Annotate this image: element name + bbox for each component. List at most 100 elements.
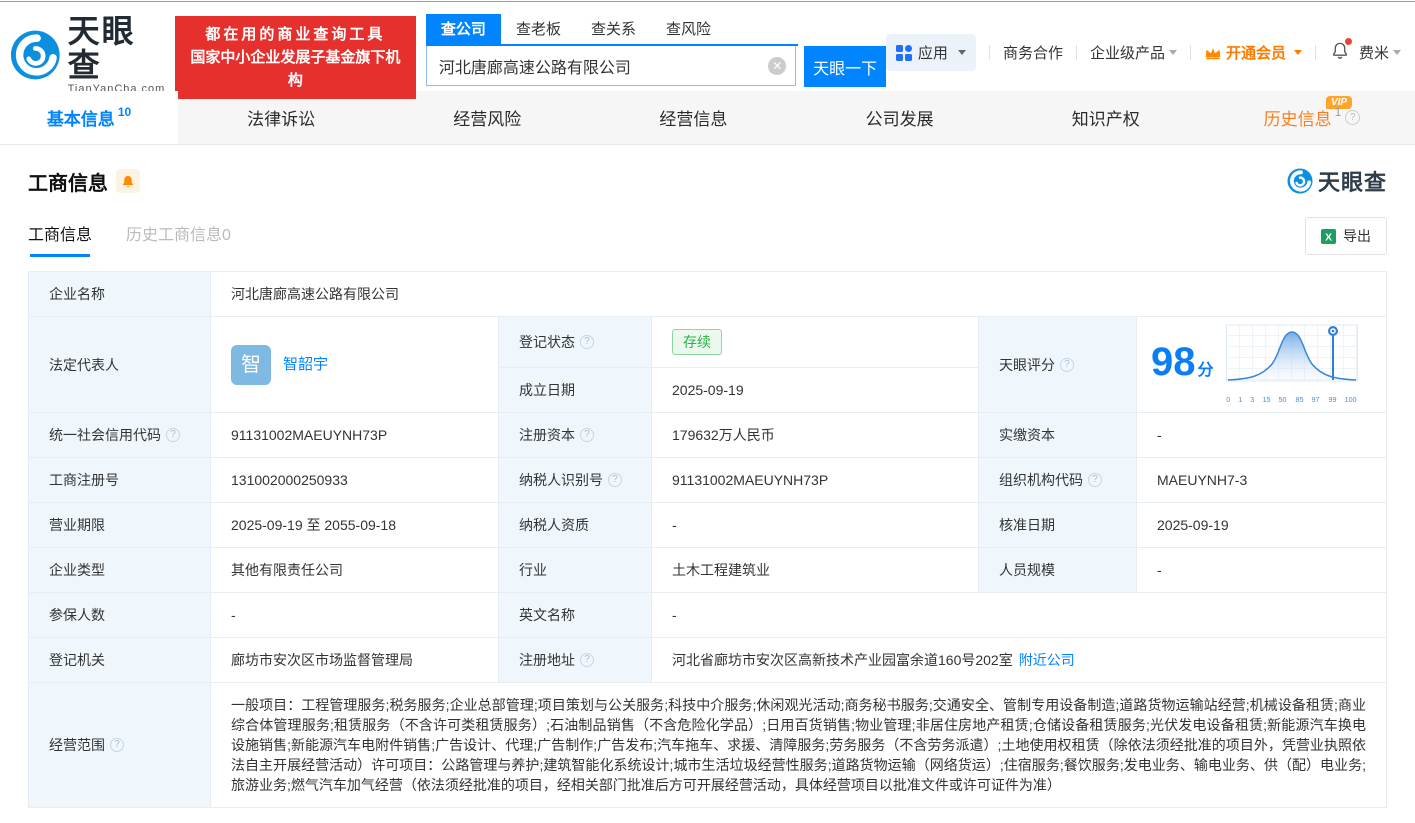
search-tabs: 查公司 查老板 查关系 查风险 [426, 14, 798, 46]
field-value-legal-rep: 智 智韶宇 [211, 317, 499, 413]
field-value-english-name: - [652, 593, 1387, 638]
caret-down-icon [1294, 50, 1302, 55]
score-distribution-chart: 0131550859799100 [1226, 324, 1358, 410]
tab-history-info[interactable]: VIP 历史信息 1 ? [1209, 91, 1415, 144]
field-value-industry: 土木工程建筑业 [652, 548, 979, 593]
tab-operating-info[interactable]: 经营信息 [590, 91, 796, 144]
field-value-business-scope: 一般项目：工程管理服务;税务服务;企业总部管理;项目策划与公关服务;科技中介服务… [211, 683, 1387, 808]
field-label-insured: 参保人数 [29, 593, 211, 638]
field-value-taxpayer-qual: - [652, 503, 979, 548]
field-label-reg-authority: 登记机关 [29, 638, 211, 683]
field-value-reg-authority: 廊坊市安次区市场监督管理局 [211, 638, 499, 683]
caret-down-icon [1169, 50, 1177, 55]
help-icon[interactable]: ? [1060, 358, 1074, 372]
field-label-legal-rep: 法定代表人 [29, 317, 211, 413]
divider [989, 45, 990, 60]
help-icon[interactable]: ? [580, 428, 594, 442]
field-value-establish-date: 2025-09-19 [652, 368, 979, 413]
field-value-taxpayer-id: 91131002MAEUYNH73P [652, 458, 979, 503]
search-button[interactable]: 天眼一下 [804, 46, 886, 87]
table-row: 营业期限 2025-09-19 至 2055-09-18 纳税人资质 - 核准日… [29, 503, 1387, 548]
apps-grid-icon [896, 45, 912, 61]
legal-rep-avatar[interactable]: 智 [231, 345, 271, 385]
svg-text:X: X [1325, 232, 1332, 243]
crown-icon [1204, 46, 1222, 60]
table-row: 法定代表人 智 智韶宇 登记状态? 存续 天眼评分? 98分 [29, 317, 1387, 368]
field-value-score: 98分 [1137, 317, 1387, 413]
export-button[interactable]: X 导出 [1305, 217, 1387, 255]
help-icon[interactable]: ? [1345, 110, 1360, 125]
header-menu: 应用 商务合作 企业级产品 开通会员 费米 [886, 34, 1401, 71]
field-value-insured: - [211, 593, 499, 638]
table-row: 企业类型 其他有限责任公司 行业 土木工程建筑业 人员规模 - [29, 548, 1387, 593]
tianyancha-logo[interactable]: 天眼查 TianYanCha.com [10, 14, 167, 95]
apps-menu-label: 应用 [918, 42, 948, 63]
excel-icon: X [1321, 229, 1336, 244]
nearby-companies-link[interactable]: 附近公司 [1019, 652, 1075, 668]
search-input[interactable] [426, 46, 796, 86]
field-value-company-name: 河北唐廊高速公路有限公司 [211, 272, 1387, 317]
user-menu[interactable]: 费米 [1359, 42, 1401, 63]
help-icon[interactable]: ? [608, 473, 622, 487]
field-label-score: 天眼评分? [979, 317, 1137, 413]
help-icon[interactable]: ? [580, 653, 594, 667]
help-icon[interactable]: ? [110, 738, 124, 752]
open-vip-button[interactable]: 开通会员 [1204, 42, 1302, 63]
logo-brand-text: 天眼查 [68, 14, 167, 82]
help-icon[interactable]: ? [580, 335, 594, 349]
table-row: 企业名称 河北唐廊高速公路有限公司 [29, 272, 1387, 317]
caret-down-icon [1393, 50, 1401, 55]
field-value-reg-number: 131002000250933 [211, 458, 499, 503]
tab-company-development[interactable]: 公司发展 [797, 91, 1003, 144]
field-label-approval-date: 核准日期 [979, 503, 1137, 548]
field-label-business-term: 营业期限 [29, 503, 211, 548]
tianyancha-logo-icon [1287, 168, 1313, 194]
tab-operating-risk[interactable]: 经营风险 [384, 91, 590, 144]
field-label-reg-address: 注册地址? [499, 638, 652, 683]
score-value: 98分 [1151, 341, 1214, 392]
username: 费米 [1359, 42, 1389, 63]
help-icon[interactable]: ? [166, 428, 180, 442]
divider [1315, 45, 1316, 60]
subtab-business-info[interactable]: 工商信息 [28, 221, 92, 257]
table-row: 工商注册号 131002000250933 纳税人识别号? 91131002MA… [29, 458, 1387, 503]
search-tab-company[interactable]: 查公司 [426, 14, 501, 44]
section-title: 工商信息 [28, 167, 108, 196]
notification-dot [1345, 38, 1352, 45]
search-tab-risk[interactable]: 查风险 [651, 14, 726, 44]
promo-banner-line2: 国家中小企业发展子基金旗下机构 [186, 46, 405, 92]
notifications-button[interactable] [1331, 41, 1349, 64]
table-row: 登记机关 廊坊市安次区市场监督管理局 注册地址? 河北省廊坊市安次区高新技术产业… [29, 638, 1387, 683]
tab-basic-info[interactable]: 基本信息 10 [0, 91, 178, 144]
field-label-company-name: 企业名称 [29, 272, 211, 317]
field-value-uscc: 91131002MAEUYNH73P [211, 413, 499, 458]
field-label-company-type: 企业类型 [29, 548, 211, 593]
table-row: 统一社会信用代码? 91131002MAEUYNH73P 注册资本? 17963… [29, 413, 1387, 458]
subtab-history-business-info[interactable]: 历史工商信息0 [126, 221, 231, 257]
watermark-logo: 天眼查 [1287, 165, 1387, 197]
tab-legal-proceedings[interactable]: 法律诉讼 [178, 91, 384, 144]
help-icon[interactable]: ? [1088, 473, 1102, 487]
enterprise-products-link[interactable]: 企业级产品 [1090, 42, 1177, 63]
field-value-paid-capital: - [1137, 413, 1387, 458]
site-header: 天眼查 TianYanCha.com 都在用的商业查询工具 国家中小企业发展子基… [0, 2, 1415, 88]
promo-banner: 都在用的商业查询工具 国家中小企业发展子基金旗下机构 [175, 16, 416, 99]
search-tab-relation[interactable]: 查关系 [576, 14, 651, 44]
legal-rep-link[interactable]: 智韶宇 [283, 355, 328, 375]
field-label-reg-status: 登记状态? [499, 317, 652, 368]
promo-banner-line1: 都在用的商业查询工具 [186, 23, 405, 46]
cooperation-link[interactable]: 商务合作 [1003, 42, 1063, 63]
field-value-reg-status: 存续 [652, 317, 979, 368]
subscribe-bell-button[interactable] [116, 169, 140, 193]
tianyancha-logo-icon [10, 29, 61, 81]
search-tab-boss[interactable]: 查老板 [501, 14, 576, 44]
subtab-row: 工商信息 历史工商信息0 X 导出 [0, 197, 1415, 261]
divider [1076, 45, 1077, 60]
tab-intellectual-property[interactable]: 知识产权 [1003, 91, 1209, 144]
field-label-org-code: 组织机构代码? [979, 458, 1137, 503]
field-value-staff-size: - [1137, 548, 1387, 593]
tab-history-count: 1 [1335, 105, 1342, 119]
apps-menu-button[interactable]: 应用 [886, 34, 976, 71]
field-label-reg-number: 工商注册号 [29, 458, 211, 503]
field-label-uscc: 统一社会信用代码? [29, 413, 211, 458]
